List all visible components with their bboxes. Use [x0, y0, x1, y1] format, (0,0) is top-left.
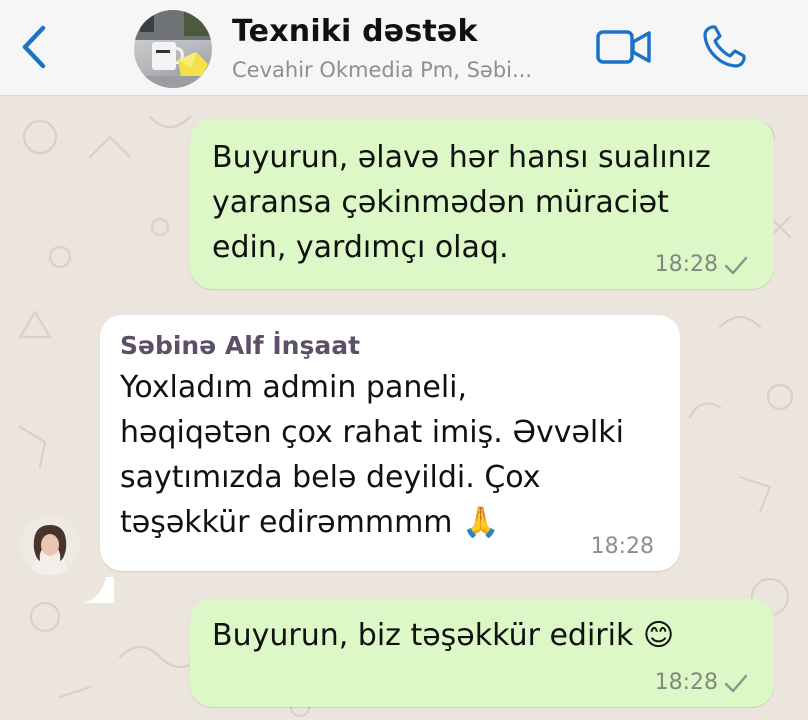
group-avatar[interactable] [134, 10, 212, 88]
chat-header: Texniki dəstək Cevahir Okmedia Pm, Səbi.… [0, 0, 808, 96]
chat-title[interactable]: Texniki dəstək [232, 14, 478, 49]
group-photo [134, 10, 212, 88]
smiling-face-emoji: 😊 [642, 618, 675, 653]
message-bubble-outgoing[interactable]: Buyurun, əlavə hər hansı sualınız yarans… [190, 119, 774, 289]
message-meta: 18:28 [655, 670, 748, 695]
message-text-line: yaransa çəkinmədən müraciət [212, 185, 669, 220]
message-meta: 18:28 [591, 534, 654, 559]
message-text-line: Buyurun, əlavə hər hansı sualınız [212, 140, 711, 175]
message-bubble-outgoing[interactable]: Buyurun, biz təşəkkür edirik 😊 18:28 [190, 599, 774, 707]
single-check-icon [724, 256, 748, 274]
message-meta: 18:28 [655, 252, 748, 277]
sender-name[interactable]: Səbinə Alf İnşaat [120, 331, 360, 361]
sender-photo [20, 515, 80, 575]
message-text: təşəkkür edirəmmmm [120, 505, 453, 540]
phone-icon [703, 25, 746, 68]
message-text: Buyurun, biz təşəkkür edirik [212, 618, 634, 653]
message-bubble-incoming[interactable]: Səbinə Alf İnşaat Yoxladım admin paneli,… [100, 315, 680, 571]
message-text-line: Yoxladım admin paneli, [120, 370, 468, 405]
voice-call-button[interactable] [696, 20, 752, 74]
message-text-line: həqiqətən çox rahat imiş. Əvvəlki [120, 415, 624, 450]
message-time: 18:28 [654, 252, 718, 277]
bubble-tail [84, 577, 114, 603]
chevron-left-icon [22, 25, 46, 69]
video-camera-icon [596, 30, 651, 64]
back-button[interactable] [14, 22, 54, 72]
chat-participants[interactable]: Cevahir Okmedia Pm, Səbi... [232, 58, 577, 82]
video-call-button[interactable] [594, 24, 654, 70]
message-list[interactable]: Buyurun, əlavə hər hansı sualınız yarans… [0, 97, 808, 720]
sender-avatar[interactable] [20, 515, 80, 575]
message-text-line: təşəkkür edirəmmmm 🙏 [120, 500, 624, 545]
praying-hands-emoji: 🙏 [462, 505, 500, 540]
message-time: 18:28 [654, 670, 718, 695]
single-check-icon [724, 674, 748, 692]
message-text-line: saytımızda belə deyildi. Çox [120, 460, 541, 495]
message-time: 18:28 [590, 534, 654, 559]
message-text-line: edin, yardımçı olaq. [212, 230, 509, 265]
